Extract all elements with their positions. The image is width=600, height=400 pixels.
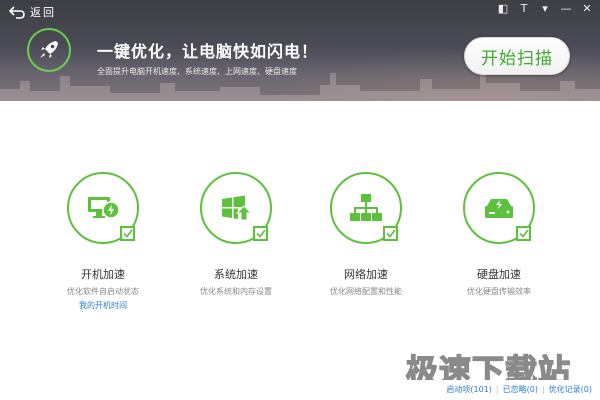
menu-dropdown-icon[interactable]: ▾ xyxy=(538,3,552,15)
back-arrow-icon xyxy=(8,6,25,19)
checkmark-icon xyxy=(518,229,529,238)
headline: 一键优化，让电脑快如闪电！ xyxy=(97,42,319,61)
subline: 全面提升电脑开机速度、系统速度、上网速度、硬盘速度 xyxy=(97,67,297,76)
back-button[interactable]: 返回 xyxy=(8,4,56,20)
ignored-link[interactable]: 已忽略(0) xyxy=(503,384,538,395)
footer-separator: | xyxy=(495,385,499,394)
feature-boot-checkbox[interactable] xyxy=(120,226,135,241)
feature-disk-title: 硬盘加速 xyxy=(477,268,521,281)
start-scan-label: 开始扫描 xyxy=(481,48,553,69)
feature-network-checkbox[interactable] xyxy=(383,226,398,241)
feature-system-title: 系统加速 xyxy=(214,268,258,281)
footer-bar: 启动项(101) | 已忽略(0) | 优化记录(0) xyxy=(0,380,600,400)
monitor-lightning-icon xyxy=(88,197,120,219)
close-icon[interactable]: ✕ xyxy=(580,3,594,15)
feature-network-desc: 优化网络配置和性能 xyxy=(330,287,402,296)
feature-disk-desc: 优化硬盘传输效率 xyxy=(467,287,531,296)
optimization-history-link[interactable]: 优化记录(0) xyxy=(549,384,592,395)
checkmark-icon xyxy=(255,229,266,238)
back-label: 返回 xyxy=(30,6,56,19)
window-controls: ◧ T ▾ — ✕ xyxy=(496,3,594,15)
startup-items-link[interactable]: 启动项(101) xyxy=(446,384,492,395)
network-topology-icon xyxy=(350,194,382,221)
minimize-icon[interactable]: — xyxy=(559,3,573,15)
site-watermark: 极速下载站 xyxy=(405,346,586,391)
app-logo xyxy=(27,28,71,72)
feature-network-title: 网络加速 xyxy=(344,268,388,281)
start-scan-button[interactable]: 开始扫描 xyxy=(464,37,570,75)
rocket-icon xyxy=(40,41,58,58)
skin-icon[interactable]: ◧ xyxy=(496,3,510,15)
shirt-icon[interactable]: T xyxy=(517,3,531,15)
footer-links: 启动项(101) | 已忽略(0) | 优化记录(0) xyxy=(446,384,592,395)
feature-system-checkbox[interactable] xyxy=(253,226,268,241)
footer-separator: | xyxy=(541,385,545,394)
checkmark-icon xyxy=(385,229,396,238)
checkmark-icon xyxy=(122,229,133,238)
feature-boot-title: 开机加速 xyxy=(81,268,125,281)
feature-boot-desc: 优化软件自启动状态 xyxy=(67,287,139,296)
windows-upgrade-icon xyxy=(222,195,253,221)
header-banner: 返回 ◧ T ▾ — ✕ 一键优化，让电脑快如闪电！ 全面提升电脑开机速度、系统… xyxy=(0,0,600,101)
hard-drive-icon xyxy=(485,199,513,218)
feature-disk-checkbox[interactable] xyxy=(516,226,531,241)
my-boot-time-link[interactable]: 我的开机时间 xyxy=(43,300,163,311)
feature-system-desc: 优化系统和内存设置 xyxy=(200,287,272,296)
